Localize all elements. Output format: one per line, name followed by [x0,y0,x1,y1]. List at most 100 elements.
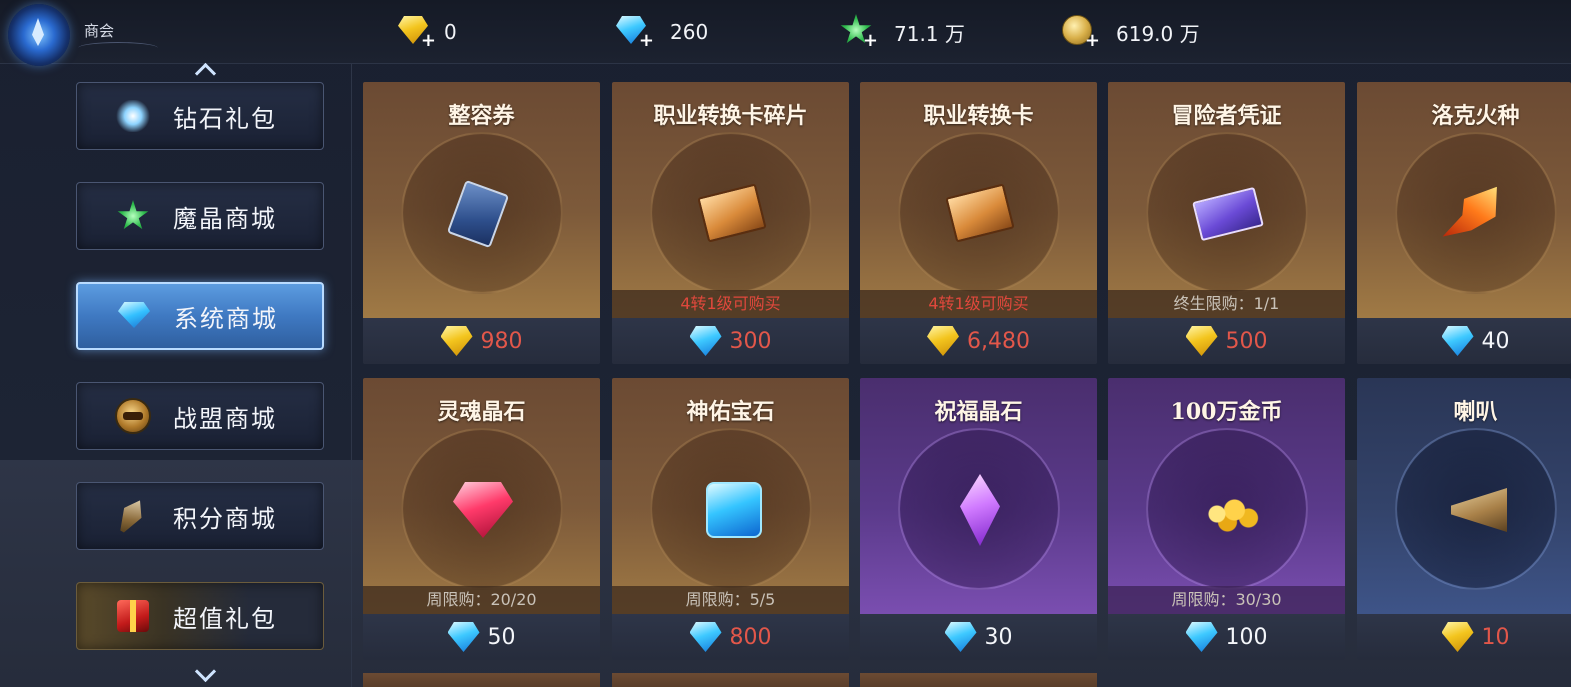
adventurer-ticket-icon [1192,178,1264,248]
sidebar-item-label: 积分商城 [173,504,277,533]
green-crystal-icon [111,194,155,238]
price-bar[interactable]: 800 [612,614,849,660]
add-icon[interactable]: + [863,32,878,50]
sidebar-item-value-pack[interactable]: 超值礼包 [76,582,324,650]
purple-crystal-icon [944,474,1014,546]
class-card-icon [944,178,1015,248]
shop-item-card[interactable]: 灵魂晶石 周限购：20/20 50 [363,378,600,660]
blue-diamond-icon [1441,326,1476,356]
currency-gold-coin[interactable]: + 619.0 万 [1060,14,1200,50]
sidebar-item-guild-shop[interactable]: 战盟商城 [76,382,324,450]
item-name: 灵魂晶石 [437,399,526,425]
sparkle-diamond-icon [111,94,155,138]
item-name: 洛克火种 [1431,103,1520,129]
decorative-swirl [78,42,158,54]
item-price: 100 [1225,624,1268,650]
price-bar[interactable]: 300 [612,318,849,364]
item-name: 职业转换卡碎片 [653,103,808,129]
guild-label: 商会 [84,22,115,40]
currency-value: 0 [444,20,457,44]
gift-icon [111,594,155,638]
gold-coins-icon [1192,474,1266,544]
price-bar[interactable]: 10 [1357,614,1571,660]
shop-item-card[interactable]: 祝福晶石 30 [860,378,1097,660]
portrait-card-icon [446,178,517,249]
purchase-limit: 周限购：5/5 [612,586,849,614]
shop-item-card[interactable]: 100万金币 周限购：30/30 100 [1108,378,1345,660]
item-price: 30 [984,624,1013,650]
scroll-up-arrow-icon[interactable] [192,62,218,76]
feather-icon [111,494,155,538]
add-icon[interactable]: + [1085,32,1100,50]
price-bar[interactable]: 500 [1108,318,1345,364]
shop-item-card[interactable]: 神佑宝石 周限购：5/5 800 [612,378,849,660]
purchase-limit: 4转1级可购买 [612,290,849,318]
shop-item-card[interactable]: 冒险者凭证 终生限购：1/1 500 [1108,82,1345,364]
top-bar: 商会 + 0 + 260 + 71.1 万 + 619.0 万 [0,0,1571,66]
gold-diamond-icon [927,326,961,356]
sidebar-item-system-shop[interactable]: 系统商城 [76,282,324,350]
gold-diamond-icon: + [396,14,436,50]
add-icon[interactable]: + [421,32,436,50]
scroll-down-arrow-icon[interactable] [192,668,218,682]
shop-item-card[interactable]: 职业转换卡 4转1级可购买 6,480 [860,82,1097,364]
item-price: 50 [487,624,516,650]
gold-coin-icon: + [1060,14,1100,50]
sidebar-item-diamond-pack[interactable]: 钻石礼包 [76,82,324,150]
green-crystal-icon: + [838,14,878,50]
sidebar-item-points-shop[interactable]: 积分商城 [76,482,324,550]
guild-emblem-icon[interactable] [8,4,70,66]
ruby-icon [447,474,517,544]
shop-item-card[interactable]: 职业转换卡碎片 4转1级可购买 300 [612,82,849,364]
blue-diamond-icon [1185,622,1220,652]
fire-feather-icon [1441,178,1511,248]
item-price: 40 [1481,328,1510,354]
gold-diamond-icon [440,326,475,356]
currency-green-crystal[interactable]: + 71.1 万 [838,14,965,50]
item-price: 980 [480,328,523,354]
item-price: 800 [729,624,772,650]
blue-diamond-icon [112,294,156,338]
item-name: 职业转换卡 [923,103,1034,129]
shop-item-card-partial[interactable] [860,673,1097,687]
sidebar-item-label: 超值礼包 [173,604,277,633]
price-bar[interactable]: 40 [1357,318,1571,364]
purchase-limit: 周限购：30/30 [1108,586,1345,614]
currency-value: 260 [670,20,709,44]
purchase-limit: 周限购：20/20 [363,586,600,614]
sidebar-item-label: 魔晶商城 [173,204,277,233]
item-price: 300 [729,328,772,354]
blue-diamond-icon [447,622,482,652]
gold-diamond-icon [1441,622,1476,652]
item-price: 6,480 [967,328,1030,354]
item-name: 神佑宝石 [686,399,775,425]
shop-item-card[interactable]: 洛克火种 40 [1357,82,1571,364]
item-name: 100万金币 [1170,399,1283,425]
item-name: 整容券 [448,103,515,129]
price-bar[interactable]: 100 [1108,614,1345,660]
currency-value: 619.0 万 [1116,21,1200,46]
shop-item-card-partial[interactable] [612,673,849,687]
shop-item-card-partial[interactable] [363,673,600,687]
purchase-limit: 4转1级可购买 [860,290,1097,318]
price-bar[interactable]: 30 [860,614,1097,660]
price-bar[interactable]: 6,480 [860,318,1097,364]
blue-diamond-icon: + [614,14,654,50]
sidebar-item-label: 系统商城 [174,304,278,333]
shop-item-card[interactable]: 喇叭 10 [1357,378,1571,660]
currency-gold-diamond[interactable]: + 0 [396,14,457,50]
blue-diamond-icon [689,622,724,652]
price-bar[interactable]: 980 [363,318,600,364]
currency-blue-diamond[interactable]: + 260 [614,14,708,50]
item-price: 10 [1481,624,1510,650]
add-icon[interactable]: + [639,32,654,50]
horn-icon [1441,474,1511,544]
blue-diamond-icon [689,326,724,356]
sidebar-item-magic-crystal-shop[interactable]: 魔晶商城 [76,182,324,250]
price-bar[interactable]: 50 [363,614,600,660]
sidebar-item-label: 钻石礼包 [173,104,277,133]
sapphire-icon [696,474,766,544]
item-name: 喇叭 [1453,399,1498,425]
item-price: 500 [1225,328,1268,354]
shop-item-card[interactable]: 整容券 980 [363,82,600,364]
